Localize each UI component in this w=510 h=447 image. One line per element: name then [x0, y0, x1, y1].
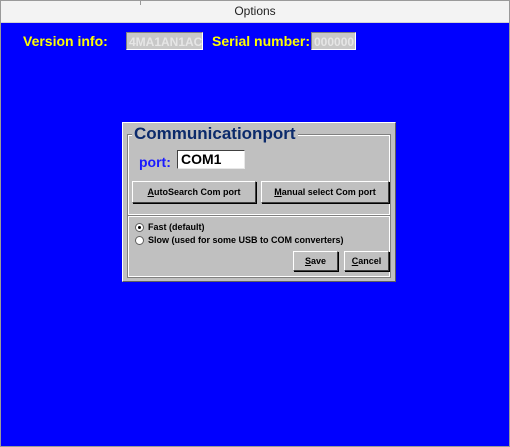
window-title: Options [234, 4, 276, 18]
port-label: port: [139, 154, 171, 170]
version-info-label: Version info: [23, 33, 108, 49]
radio-fast-option[interactable]: Fast (default) [135, 222, 205, 232]
serial-number-value: 000000 [311, 32, 356, 50]
serial-number-label: Serial number: [212, 33, 311, 49]
radio-fast-label: Fast (default) [148, 222, 205, 232]
radio-unselected-icon[interactable] [135, 235, 144, 245]
port-input[interactable]: COM1 [177, 150, 245, 169]
version-info-value: 4MA1AN1AC [126, 32, 203, 50]
radio-slow-option[interactable]: Slow (used for some USB to COM converter… [135, 235, 344, 245]
radio-slow-label: Slow (used for some USB to COM converter… [148, 235, 344, 245]
radio-selected-icon[interactable] [135, 222, 144, 232]
title-bar: Options [1, 1, 509, 23]
autosearch-com-port-button[interactable]: AutoSearch Com port [132, 181, 256, 203]
cancel-button[interactable]: Cancel [344, 251, 389, 271]
communication-port-group: Communicationport port: COM1 AutoSearch … [127, 124, 391, 216]
speed-options-group: Fast (default) Slow (used for some USB t… [127, 215, 391, 278]
group-title: Communicationport [132, 124, 298, 144]
manual-select-com-port-button[interactable]: Manual select Com port [261, 181, 389, 203]
title-divider-tick [140, 1, 141, 5]
communication-port-dialog: Communicationport port: COM1 AutoSearch … [122, 122, 396, 282]
options-window: Options Version info: 4MA1AN1AC Serial n… [0, 0, 510, 447]
save-button[interactable]: Save [293, 251, 338, 271]
